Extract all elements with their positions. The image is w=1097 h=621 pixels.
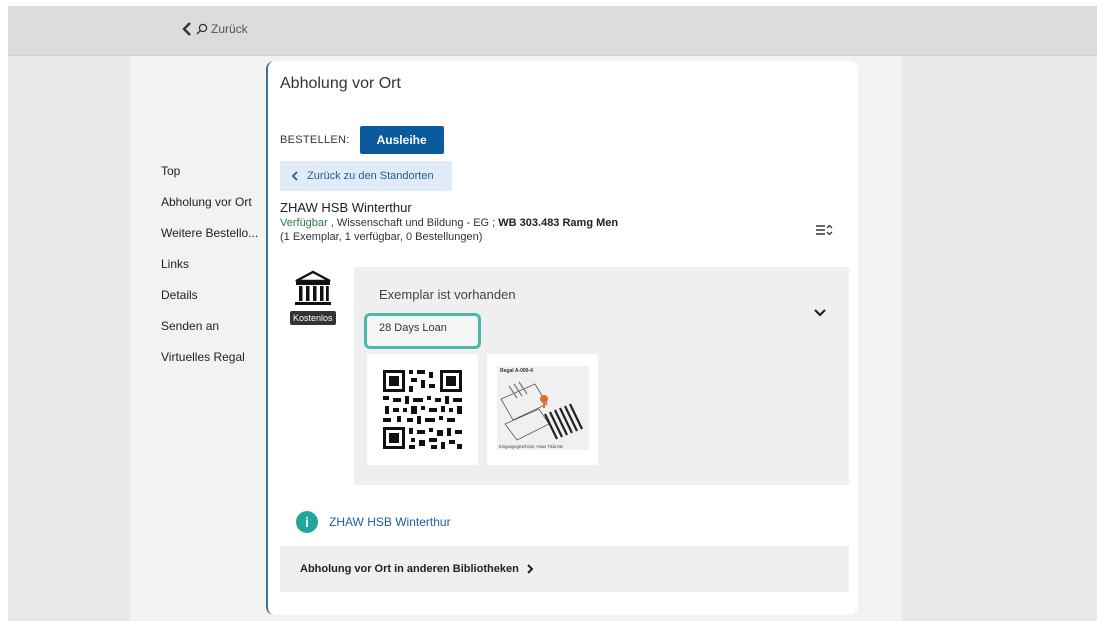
other-libraries-pickup[interactable]: Abholung vor Ort in anderen Bibliotheken [280, 546, 849, 592]
nav-item-links[interactable]: Links [161, 256, 271, 287]
loan-policy-label: 28 Days Loan [379, 322, 447, 334]
section-title: Abholung vor Ort [280, 75, 401, 92]
pickup-card: Abholung vor Ort BESTELLEN: Ausleihe Zur… [266, 61, 858, 615]
chevron-left-icon [291, 171, 298, 181]
nav-item-details[interactable]: Details [161, 287, 271, 318]
browser-frame: Zurück Top Abholung vor Ort Weitere Best… [8, 6, 1097, 621]
location-status: Verfügbar , Wissenschaft und Bildung - E… [280, 217, 618, 229]
qr-code-image [383, 370, 462, 449]
nav-item-more-orders[interactable]: Weitere Bestello... [161, 225, 271, 256]
back-to-locations-button[interactable]: Zurück zu den Standorten [280, 161, 452, 191]
order-row: BESTELLEN: Ausleihe [280, 126, 444, 154]
top-bar: Zurück [8, 6, 1097, 56]
call-number: WB 303.483 Ramg Men [498, 217, 619, 229]
library-info-link[interactable]: ZHAW HSB Winterthur [329, 515, 451, 529]
shelf-map-thumbnail[interactable]: Regal A-000-4 Eingangsgeschoss, Haus Tis… [487, 354, 598, 465]
chevron-right-icon [527, 564, 534, 574]
main-column: Top Abholung vor Ort Weitere Bestello...… [130, 56, 902, 621]
nav-item-pickup[interactable]: Abholung vor Ort [161, 194, 271, 225]
nav-item-virtual-shelf[interactable]: Virtuelles Regal [161, 349, 271, 380]
sort-options-icon[interactable] [814, 221, 834, 239]
chevron-down-icon[interactable] [812, 305, 828, 321]
item-panel: Exemplar ist vorhanden 28 Days Loan Rega… [354, 267, 849, 485]
info-icon: i [296, 511, 318, 533]
map-shelf-label: Regal A-000-4 [500, 368, 533, 374]
map-caption: Eingangsgeschoss, Haus Tisla Me [499, 444, 564, 449]
back-label: Zurück [211, 22, 248, 36]
loan-policy-box: 28 Days Loan [364, 313, 481, 349]
search-icon [196, 23, 208, 35]
library-building-icon [295, 270, 331, 305]
nav-item-top[interactable]: Top [161, 163, 271, 194]
back-to-locations-label: Zurück zu den Standorten [307, 170, 434, 182]
location-place: , Wissenschaft und Bildung - EG ; [327, 217, 499, 229]
nav-item-send-to[interactable]: Senden an [161, 318, 271, 349]
section-nav: Top Abholung vor Ort Weitere Bestello...… [161, 163, 271, 380]
location-counts: (1 Exemplar, 1 verfügbar, 0 Bestellungen… [280, 231, 483, 243]
shelf-map-image: Regal A-000-4 Eingangsgeschoss, Haus Tis… [497, 366, 589, 450]
other-libraries-label: Abholung vor Ort in anderen Bibliotheken [300, 563, 519, 575]
item-status-title: Exemplar ist vorhanden [379, 287, 516, 302]
back-button[interactable]: Zurück [181, 22, 248, 36]
availability-status: Verfügbar [280, 217, 328, 229]
location-name: ZHAW HSB Winterthur [280, 200, 412, 215]
order-label: BESTELLEN: [280, 134, 350, 146]
loan-button[interactable]: Ausleihe [359, 126, 444, 154]
qr-code-thumbnail[interactable] [367, 354, 478, 465]
info-row: i ZHAW HSB Winterthur [296, 511, 451, 533]
chevron-left-icon [182, 22, 191, 36]
cost-badge: Kostenlos [290, 311, 336, 325]
